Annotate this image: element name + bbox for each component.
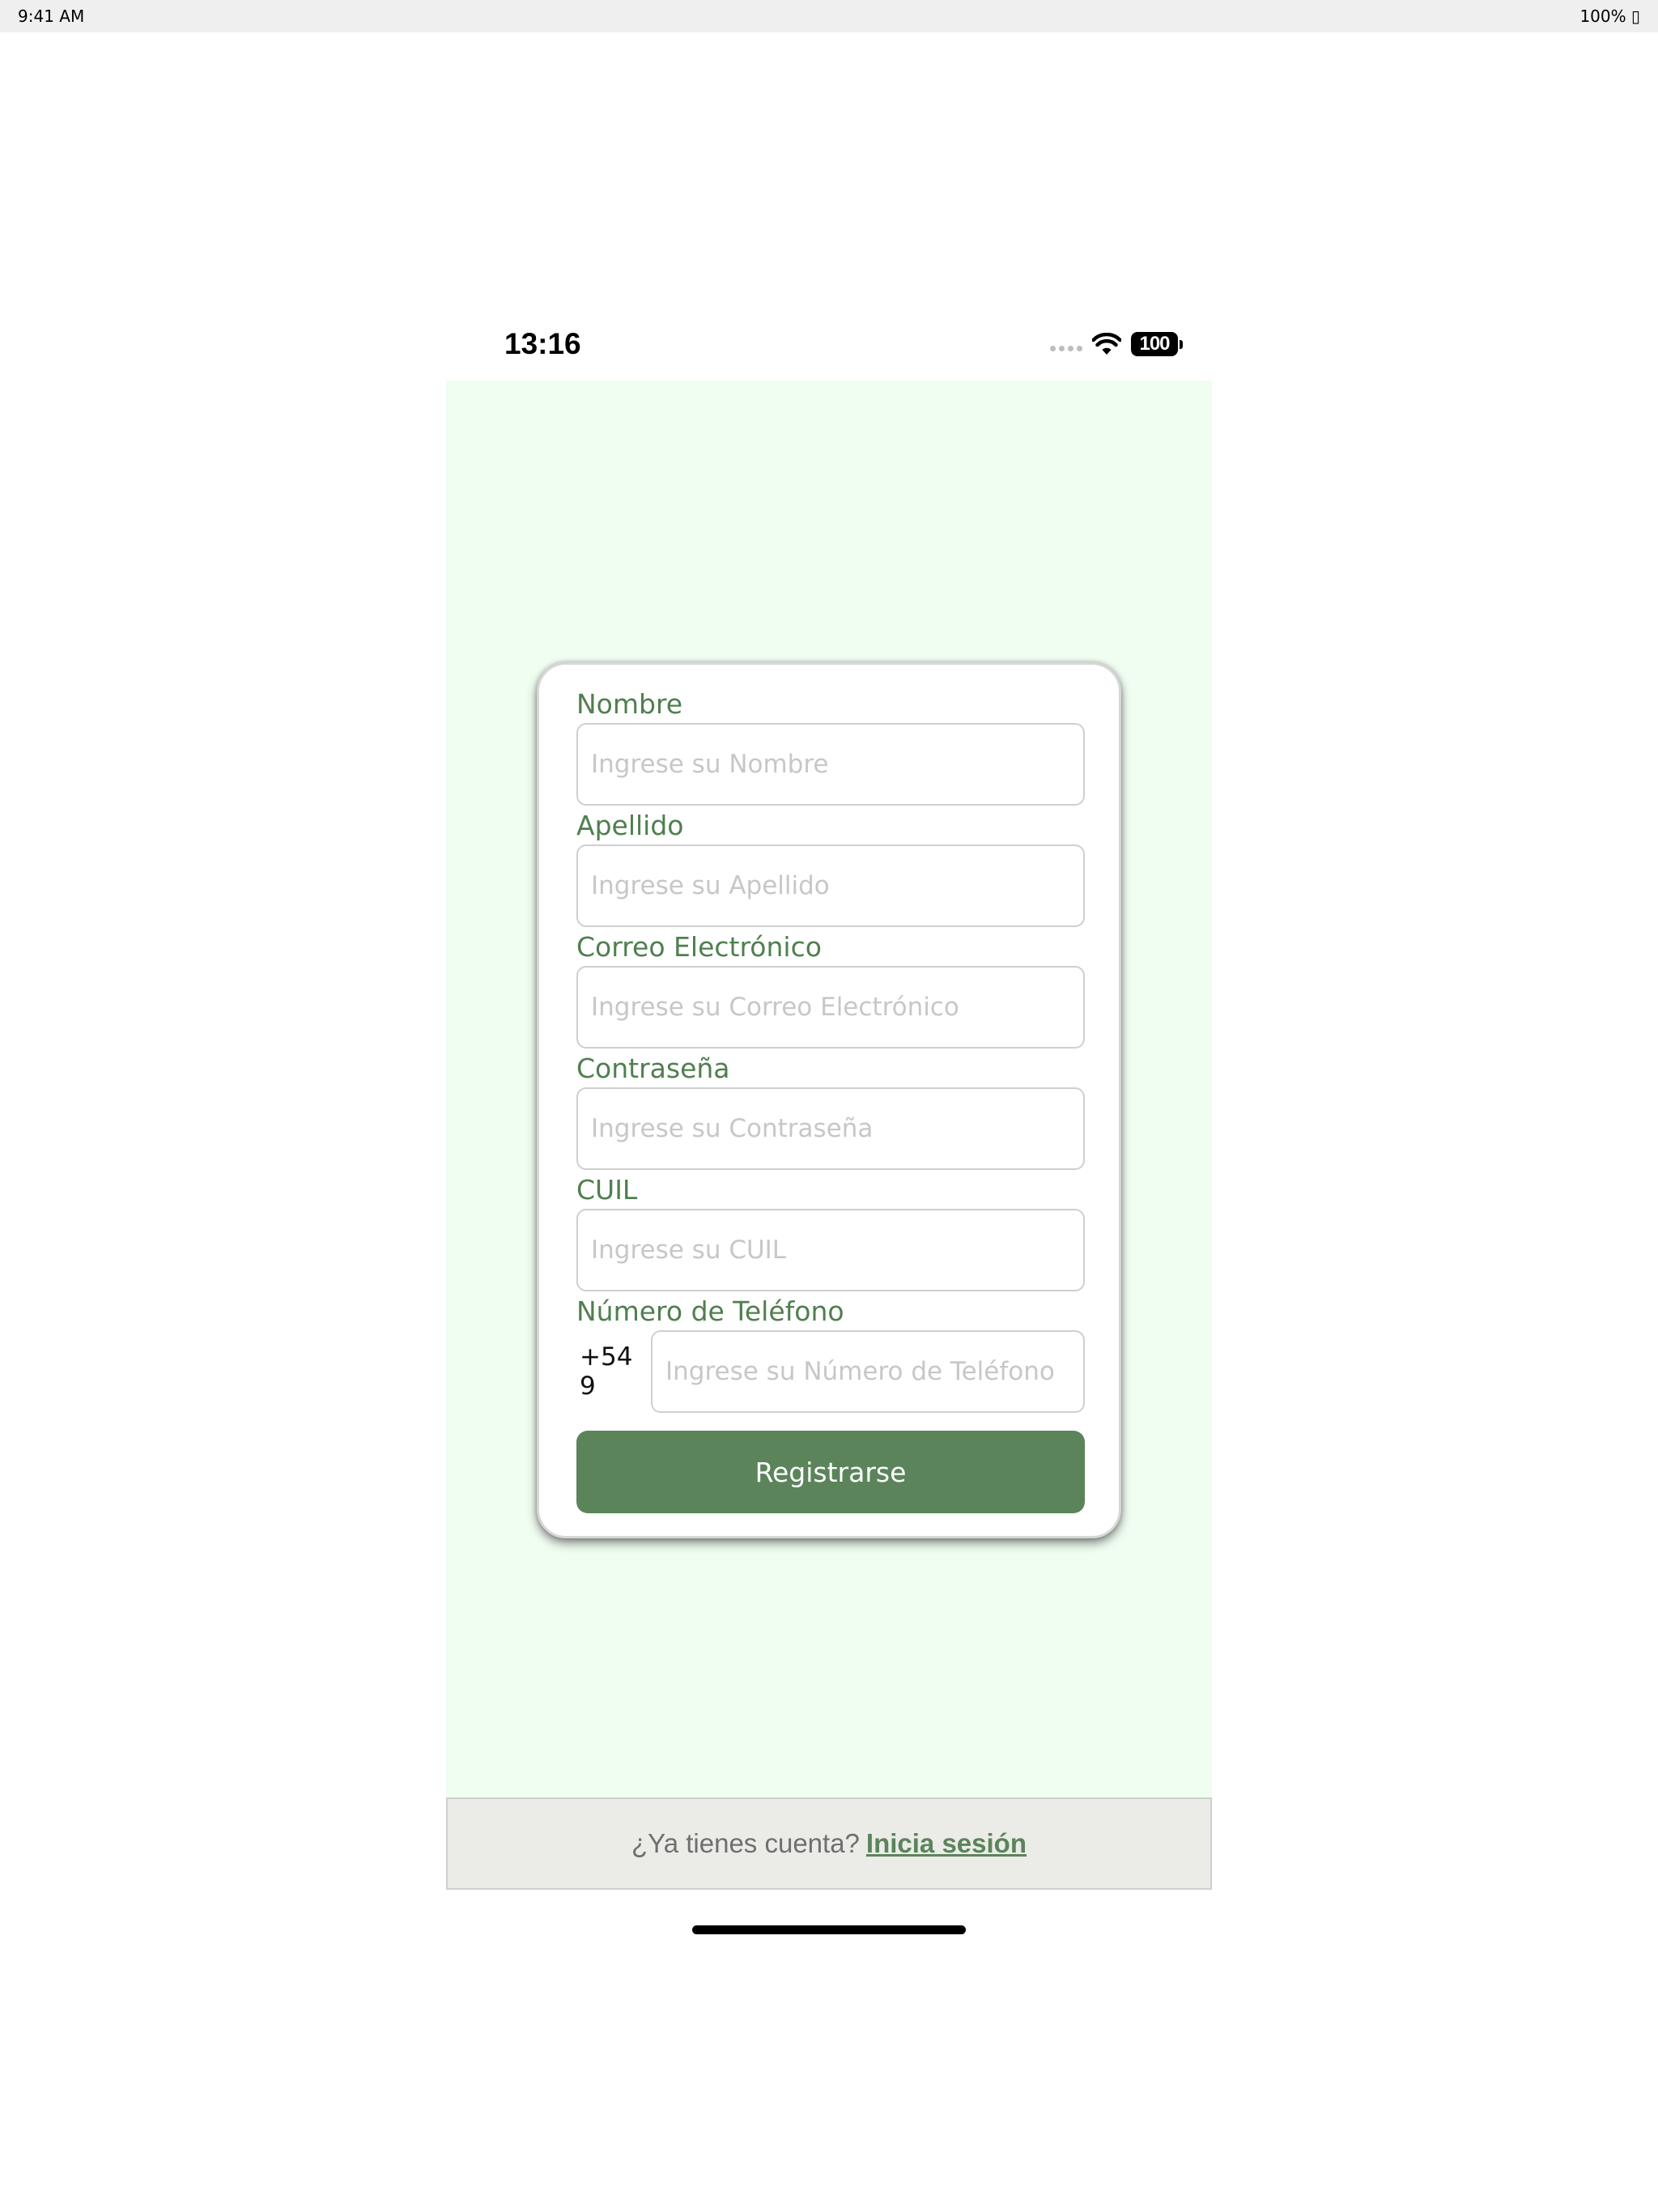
field-contrasena: Contraseña (576, 1050, 1085, 1170)
login-prompt-text: ¿Ya tienes cuenta? (631, 1828, 860, 1858)
battery-icon: 100 (1131, 332, 1183, 356)
register-button[interactable]: Registrarse (576, 1431, 1085, 1513)
phone-row: +54 9 (576, 1330, 1085, 1413)
nombre-input[interactable] (576, 723, 1085, 806)
home-indicator[interactable] (692, 1925, 966, 1934)
field-nombre: Nombre (576, 686, 1085, 806)
login-link[interactable]: Inicia sesión (866, 1828, 1027, 1859)
device-battery: 100% ▯ (1579, 6, 1640, 26)
field-cuil: CUIL (576, 1172, 1085, 1291)
login-prompt-bar: ¿Ya tienes cuenta? Inicia sesión (446, 1797, 1212, 1890)
apellido-label: Apellido (576, 810, 684, 841)
cellular-signal-icon (1050, 345, 1082, 351)
field-telefono: Número de Teléfono +54 9 (576, 1293, 1085, 1413)
registration-form: Nombre Apellido Correo Electrónico Contr… (537, 662, 1121, 1538)
registration-screen: Nombre Apellido Correo Electrónico Contr… (446, 381, 1212, 1797)
device-status-bar: 9:41 AM 100% ▯ (0, 0, 1658, 32)
phone-input[interactable] (651, 1330, 1085, 1413)
device-time: 9:41 AM (18, 6, 85, 26)
nombre-label: Nombre (576, 688, 683, 720)
contrasena-label: Contraseña (576, 1053, 730, 1084)
phone-time: 13:16 (504, 327, 581, 360)
password-input[interactable] (576, 1087, 1085, 1170)
cuil-label: CUIL (576, 1174, 638, 1206)
field-correo: Correo Electrónico (576, 929, 1085, 1049)
telefono-label: Número de Teléfono (576, 1295, 844, 1327)
phone-frame: 13:16 100 Nombre Ingrese su Nombre Apell… (446, 308, 1212, 1943)
battery-level: 100 (1131, 332, 1178, 356)
apellido-input[interactable] (576, 844, 1085, 927)
cuil-input[interactable] (576, 1209, 1085, 1291)
phone-status-bar: 13:16 100 (446, 308, 1212, 381)
phone-prefix: +54 9 (580, 1342, 633, 1401)
email-input[interactable] (576, 966, 1085, 1049)
field-apellido: Apellido (576, 807, 1085, 927)
wifi-icon (1092, 333, 1121, 355)
phone-status-icons: 100 (1050, 332, 1183, 356)
correo-label: Correo Electrónico (576, 931, 822, 963)
